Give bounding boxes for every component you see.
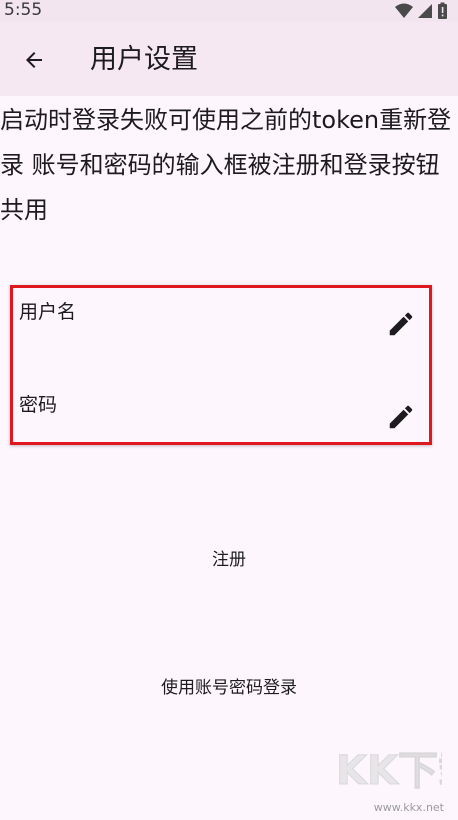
page-title: 用户设置 — [90, 44, 198, 75]
highlight-box — [10, 285, 432, 445]
wifi-icon — [395, 3, 413, 18]
watermark-logo: KK下载 — [332, 742, 458, 798]
status-time: 5:55 — [4, 0, 43, 20]
svg-text:KK下载: KK下载 — [336, 748, 442, 794]
register-button[interactable]: 注册 — [0, 548, 458, 572]
login-button[interactable]: 使用账号密码登录 — [0, 676, 458, 700]
watermark-url: www.kkx.net — [373, 801, 444, 814]
status-icons — [394, 2, 450, 20]
signal-icon — [418, 4, 432, 18]
arrow-back-icon — [26, 52, 42, 68]
description-text: 启动时登录失败可使用之前的token重新登录 账号和密码的输入框被注册和登录按钮… — [0, 106, 452, 224]
battery-alert-icon — [438, 2, 447, 19]
app-bar: 用户设置 — [0, 22, 458, 96]
status-bar: 5:55 — [0, 0, 458, 22]
back-button[interactable] — [12, 38, 56, 82]
